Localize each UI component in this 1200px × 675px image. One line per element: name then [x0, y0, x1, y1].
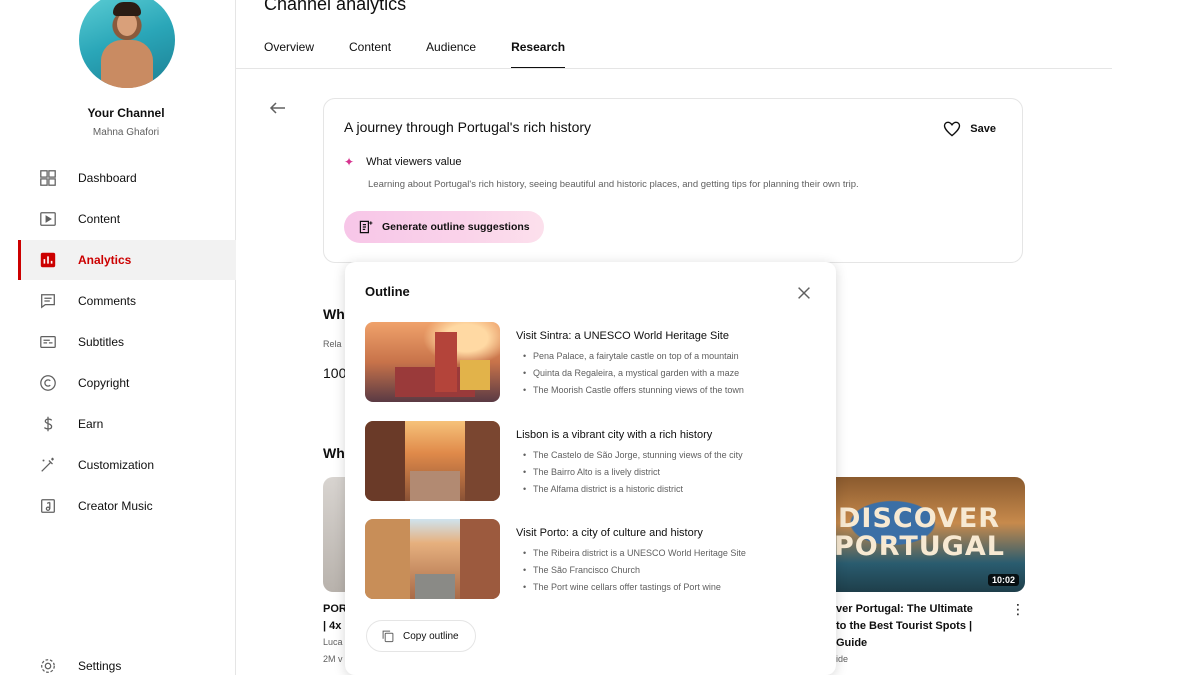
- sidebar-item-comments[interactable]: Comments: [18, 281, 236, 321]
- value-row: ✦ What viewers value: [344, 155, 461, 169]
- video-channel: Luca: [323, 637, 343, 647]
- lisbon-image: [365, 421, 500, 501]
- thumbnail-text: DISCOVER: [838, 503, 1001, 534]
- sparkle-icon: ✦: [344, 155, 355, 169]
- sidebar-item-analytics[interactable]: Analytics: [18, 240, 236, 280]
- outline-bullets: The Ribeira district is a UNESCO World H…: [523, 545, 746, 596]
- sidebar-item-label: Comments: [78, 294, 137, 308]
- outline-bullet: The Port wine cellars offer tastings of …: [523, 579, 746, 596]
- outline-bullet: The Alfama district is a historic distri…: [523, 481, 743, 498]
- generate-outline-button[interactable]: Generate outline suggestions: [344, 211, 544, 243]
- sidebar-item-subtitles[interactable]: Subtitles: [18, 322, 236, 362]
- outline-bullets: Pena Palace, a fairytale castle on top o…: [523, 348, 744, 399]
- subtitles-icon: [38, 332, 58, 352]
- tab-audience[interactable]: Audience: [426, 40, 476, 69]
- sidebar-item-label: Customization: [78, 458, 155, 472]
- tab-bar: Overview Content Audience Research: [264, 40, 600, 69]
- outline-bullet: Pena Palace, a fairytale castle on top o…: [523, 348, 744, 365]
- sidebar-item-customization[interactable]: Customization: [18, 445, 236, 485]
- sidebar-item-settings[interactable]: Settings: [18, 646, 236, 675]
- outline-item: Visit Sintra: a UNESCO World Heritage Si…: [365, 322, 825, 404]
- avatar[interactable]: [79, 0, 175, 88]
- generate-label: Generate outline suggestions: [382, 221, 530, 233]
- sidebar-item-earn[interactable]: Earn: [18, 404, 236, 444]
- video-views: 2M v: [323, 654, 343, 664]
- idea-card: A journey through Portugal's rich histor…: [323, 98, 1023, 263]
- copy-icon: [382, 630, 394, 643]
- outline-bullet: The Castelo de São Jorge, stunning views…: [523, 447, 743, 464]
- tab-overview[interactable]: Overview: [264, 40, 314, 69]
- heart-icon: [944, 121, 961, 137]
- channel-name: Your Channel: [87, 106, 165, 120]
- dollar-icon: [38, 414, 58, 434]
- sidebar-item-content[interactable]: Content: [18, 199, 236, 239]
- analytics-icon: [38, 250, 58, 270]
- section-heading: Wh: [323, 445, 345, 461]
- sidebar-item-label: Settings: [78, 659, 122, 673]
- sidebar-item-creator-music[interactable]: Creator Music: [18, 486, 236, 526]
- outline-bullet: The São Francisco Church: [523, 562, 746, 579]
- save-button[interactable]: Save: [942, 119, 996, 139]
- gear-icon: [38, 656, 58, 675]
- outline-list-icon: [359, 220, 373, 234]
- close-icon[interactable]: [795, 284, 813, 302]
- outline-bullet: The Bairro Alto is a lively district: [523, 464, 743, 481]
- video-thumbnail[interactable]: DISCOVER PORTUGAL 10:02: [836, 477, 1025, 592]
- section-heading: Wh: [323, 306, 345, 322]
- video-title[interactable]: POR | 4x: [323, 601, 347, 635]
- porto-image: [365, 519, 500, 599]
- page-title: Channel analytics: [264, 0, 407, 14]
- sidebar-item-label: Content: [78, 212, 121, 226]
- more-options-icon[interactable]: ⋮: [1011, 601, 1025, 618]
- sidebar-item-copyright[interactable]: Copyright: [18, 363, 236, 403]
- outline-item-title: Lisbon is a vibrant city with a rich his…: [516, 429, 713, 441]
- sidebar-item-dashboard[interactable]: Dashboard: [18, 158, 236, 198]
- back-arrow-icon[interactable]: [268, 98, 288, 118]
- content-icon: [38, 209, 58, 229]
- sidebar-item-label: Dashboard: [78, 171, 137, 185]
- idea-title: A journey through Portugal's rich histor…: [344, 119, 592, 135]
- comments-icon: [38, 291, 58, 311]
- video-title[interactable]: ver Portugal: The Ultimate to the Best T…: [836, 601, 973, 652]
- channel-handle: Mahna Ghafori: [92, 127, 160, 138]
- sidebar-item-label: Copyright: [78, 376, 130, 390]
- magic-wand-icon: [38, 455, 58, 475]
- outline-bullet: The Moorish Castle offers stunning views…: [523, 382, 744, 399]
- copyright-icon: [38, 373, 58, 393]
- metric-value: 100: [323, 365, 347, 381]
- music-icon: [38, 496, 58, 516]
- tab-research[interactable]: Research: [511, 40, 566, 69]
- sidebar-item-label: Analytics: [78, 253, 132, 267]
- thumbnail-text: PORTUGAL: [836, 531, 1005, 562]
- tab-content[interactable]: Content: [349, 40, 391, 69]
- outline-bullet: Quinta da Regaleira, a mystical garden w…: [523, 365, 744, 382]
- value-description: Learning about Portugal's rich history, …: [368, 179, 859, 190]
- video-meta: ide: [836, 654, 849, 664]
- section-subtext: Rela: [323, 339, 342, 349]
- sidebar-item-label: Creator Music: [78, 499, 153, 513]
- duration-badge: 10:02: [987, 574, 1019, 586]
- sidebar: Your Channel Mahna Ghafori Dashboard Con…: [0, 0, 236, 675]
- outline-item-title: Visit Sintra: a UNESCO World Heritage Si…: [516, 330, 729, 342]
- copy-label: Copy outline: [403, 630, 459, 642]
- outline-bullets: The Castelo de São Jorge, stunning views…: [523, 447, 743, 498]
- dashboard-icon: [38, 168, 58, 188]
- copy-outline-button[interactable]: Copy outline: [366, 620, 476, 652]
- outline-item-title: Visit Porto: a city of culture and histo…: [516, 527, 703, 539]
- outline-title: Outline: [365, 284, 410, 299]
- sidebar-item-label: Earn: [78, 417, 104, 431]
- outline-panel: Outline Visit Sintra: a UNESCO World Her…: [345, 262, 836, 675]
- outline-bullet: The Ribeira district is a UNESCO World H…: [523, 545, 746, 562]
- sidebar-item-label: Subtitles: [78, 335, 125, 349]
- sintra-image: [365, 322, 500, 402]
- outline-item: Lisbon is a vibrant city with a rich his…: [365, 421, 825, 503]
- outline-item: Visit Porto: a city of culture and histo…: [365, 519, 825, 601]
- save-label: Save: [970, 123, 996, 135]
- value-heading: What viewers value: [366, 156, 462, 168]
- divider: [236, 68, 1112, 69]
